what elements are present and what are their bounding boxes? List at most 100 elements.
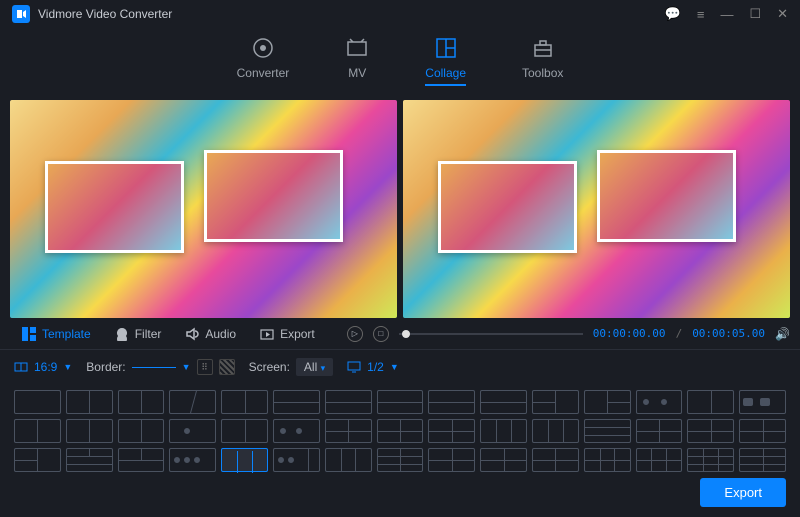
template-item[interactable]: [169, 390, 216, 414]
zoom-selector[interactable]: 1/2 ▼: [347, 360, 399, 374]
template-item[interactable]: [377, 419, 424, 443]
template-item[interactable]: [169, 448, 216, 472]
template-item[interactable]: [273, 448, 320, 472]
subtab-audio[interactable]: Audio: [173, 323, 248, 345]
tab-toolbox[interactable]: Toolbox: [522, 36, 563, 86]
sub-toolbar: Template Filter Audio Export ▷ □ 00:00:0…: [0, 318, 800, 350]
template-item[interactable]: [377, 390, 424, 414]
tab-collage[interactable]: Collage: [425, 36, 466, 86]
collage-slot-1[interactable]: [45, 161, 184, 253]
close-icon[interactable]: ✕: [777, 6, 788, 22]
monitor-icon: [347, 360, 361, 374]
export-button[interactable]: Export: [700, 478, 786, 507]
template-item[interactable]: [325, 448, 372, 472]
chevron-down-icon: ▼: [390, 362, 399, 372]
template-item[interactable]: [221, 419, 268, 443]
template-item[interactable]: [14, 419, 61, 443]
template-item[interactable]: [687, 390, 734, 414]
template-item[interactable]: [687, 448, 734, 472]
template-item-selected[interactable]: [221, 448, 268, 472]
template-item[interactable]: [480, 448, 527, 472]
border-color-button[interactable]: ⠿: [197, 359, 213, 375]
preview-pane: [403, 100, 790, 318]
template-item[interactable]: [221, 390, 268, 414]
template-item[interactable]: [584, 390, 631, 414]
template-item[interactable]: [636, 419, 683, 443]
audio-icon: [185, 327, 199, 341]
main-tabs: Converter MV Collage Toolbox: [0, 28, 800, 100]
template-item[interactable]: [739, 419, 786, 443]
title-bar: Vidmore Video Converter 💬 ≡ — ☐ ✕: [0, 0, 800, 28]
seek-knob[interactable]: [402, 330, 410, 338]
export-icon: [260, 327, 274, 341]
collage-slot-2[interactable]: [204, 150, 343, 242]
filter-icon: [115, 327, 129, 341]
subtab-export[interactable]: Export: [248, 323, 327, 345]
template-item[interactable]: [14, 448, 61, 472]
template-item[interactable]: [118, 419, 165, 443]
template-item[interactable]: [480, 390, 527, 414]
screen-label: Screen:: [249, 360, 290, 374]
tab-mv[interactable]: MV: [345, 36, 369, 86]
collage-editor-pane[interactable]: [10, 100, 397, 318]
preview-slot-1: [438, 161, 577, 253]
template-item[interactable]: [428, 419, 475, 443]
template-item[interactable]: [66, 390, 113, 414]
template-item[interactable]: [480, 419, 527, 443]
border-label: Border:: [86, 360, 125, 374]
toolbox-icon: [531, 36, 555, 60]
chevron-down-icon[interactable]: ▼: [182, 362, 191, 372]
border-pattern-button[interactable]: [219, 359, 235, 375]
template-item[interactable]: [273, 390, 320, 414]
template-item[interactable]: [584, 419, 631, 443]
template-item[interactable]: [739, 448, 786, 472]
template-item[interactable]: [584, 448, 631, 472]
screen-select[interactable]: All ▾: [296, 358, 333, 376]
footer: Export: [700, 478, 786, 507]
template-item[interactable]: [14, 390, 61, 414]
chevron-down-icon: ▼: [63, 362, 72, 372]
template-item[interactable]: [532, 390, 579, 414]
border-style[interactable]: [132, 367, 176, 368]
time-current: 00:00:00.00: [593, 327, 666, 340]
seek-track[interactable]: [399, 333, 583, 335]
mv-icon: [345, 36, 369, 60]
template-item[interactable]: [325, 390, 372, 414]
template-item[interactable]: [169, 419, 216, 443]
template-item[interactable]: [739, 390, 786, 414]
template-item[interactable]: [532, 448, 579, 472]
preview-area: [0, 100, 800, 318]
minimize-icon[interactable]: —: [720, 7, 733, 22]
options-row: 16:9 ▼ Border: ▼ ⠿ Screen: All ▾ 1/2 ▼: [0, 350, 800, 384]
time-total: 00:00:05.00: [692, 327, 765, 340]
preview-slot-2: [597, 150, 736, 242]
template-grid: [0, 384, 800, 478]
app-title: Vidmore Video Converter: [38, 7, 665, 21]
template-item[interactable]: [118, 448, 165, 472]
subtab-template[interactable]: Template: [10, 323, 103, 345]
template-item[interactable]: [636, 448, 683, 472]
maximize-icon[interactable]: ☐: [749, 6, 761, 22]
template-item[interactable]: [636, 390, 683, 414]
template-item[interactable]: [687, 419, 734, 443]
template-item[interactable]: [325, 419, 372, 443]
template-item[interactable]: [273, 419, 320, 443]
play-button[interactable]: ▷: [347, 326, 363, 342]
stop-button[interactable]: □: [373, 326, 389, 342]
subtab-filter[interactable]: Filter: [103, 323, 174, 345]
template-icon: [22, 327, 36, 341]
menu-icon[interactable]: ≡: [697, 7, 705, 22]
template-item[interactable]: [66, 448, 113, 472]
template-item[interactable]: [118, 390, 165, 414]
feedback-icon[interactable]: 💬: [665, 6, 681, 22]
template-item[interactable]: [532, 419, 579, 443]
aspect-selector[interactable]: 16:9 ▼: [14, 360, 72, 374]
tab-converter[interactable]: Converter: [237, 36, 290, 86]
template-item[interactable]: [428, 448, 475, 472]
template-item[interactable]: [428, 390, 475, 414]
volume-icon[interactable]: 🔊: [775, 327, 790, 341]
collage-icon: [434, 36, 458, 60]
playback-bar: ▷ □ 00:00:00.00 / 00:00:05.00 🔊: [327, 326, 790, 342]
template-item[interactable]: [377, 448, 424, 472]
template-item[interactable]: [66, 419, 113, 443]
